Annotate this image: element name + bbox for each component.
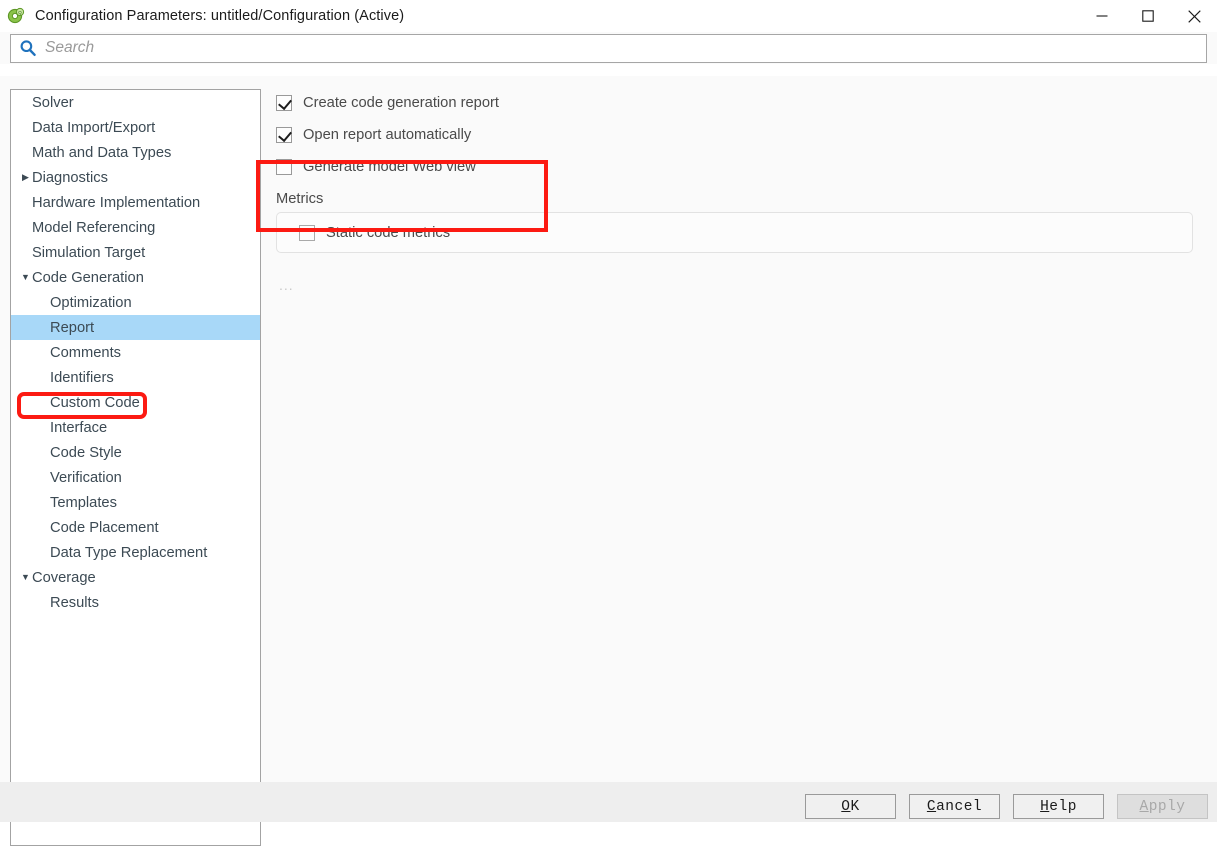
tree-item-verification[interactable]: Verification bbox=[11, 465, 260, 490]
tree-item-code-placement[interactable]: Code Placement bbox=[11, 515, 260, 540]
tree-item-label: Templates bbox=[50, 494, 117, 511]
svg-text:Q: Q bbox=[18, 10, 22, 15]
checkbox-label: Open report automatically bbox=[303, 126, 472, 143]
dialog-button-row: O K Cancel Help Apply bbox=[805, 794, 1208, 819]
minimize-button[interactable] bbox=[1079, 0, 1125, 32]
checkbox-row[interactable]: Generate model Web view bbox=[276, 153, 1207, 180]
window-title: Configuration Parameters: untitled/Confi… bbox=[35, 8, 405, 24]
tree-item-label: Solver bbox=[32, 94, 74, 111]
tree-item-label: Optimization bbox=[50, 294, 132, 311]
tree-item-label: Simulation Target bbox=[32, 244, 146, 261]
overflow-ellipsis[interactable]: ... bbox=[279, 277, 1207, 293]
static-code-metrics-checkbox[interactable] bbox=[299, 224, 315, 241]
button-mnemonic: H bbox=[1040, 798, 1050, 815]
tree-item-math-and-data-types[interactable]: Math and Data Types bbox=[11, 140, 260, 165]
chevron-right-icon[interactable]: ▶ bbox=[19, 173, 32, 182]
button-mnemonic: A bbox=[1139, 798, 1149, 815]
tree-item-data-import-export[interactable]: Data Import/Export bbox=[11, 115, 260, 140]
tree-item-templates[interactable]: Templates bbox=[11, 490, 260, 515]
dialog-footer: O K Cancel Help Apply bbox=[0, 782, 1217, 822]
button-label-rest: K bbox=[850, 798, 860, 815]
tree-item-label: Interface bbox=[50, 419, 108, 436]
close-button[interactable] bbox=[1171, 0, 1217, 32]
tree-item-model-referencing[interactable]: Model Referencing bbox=[11, 215, 260, 240]
tree-item-data-type-replacement[interactable]: Data Type Replacement bbox=[11, 540, 260, 565]
checkbox-label: Create code generation report bbox=[303, 94, 499, 111]
button-mnemonic: C bbox=[926, 798, 937, 815]
apply-button: Apply bbox=[1117, 794, 1208, 819]
metrics-section-label: Metrics bbox=[276, 191, 324, 207]
tree-item-identifiers[interactable]: Identifiers bbox=[11, 365, 260, 390]
maximize-button[interactable] bbox=[1125, 0, 1171, 32]
checkbox-label: Generate model Web view bbox=[303, 158, 476, 175]
tree-item-diagnostics[interactable]: ▶ Diagnostics bbox=[11, 165, 260, 190]
report-settings-pane: Create code generation report Open report… bbox=[262, 89, 1207, 846]
tree-item-label: Results bbox=[50, 594, 99, 611]
window-controls bbox=[1079, 0, 1217, 32]
tree-item-interface[interactable]: Interface bbox=[11, 415, 260, 440]
tree-item-label: Data Type Replacement bbox=[50, 544, 208, 561]
tree-item-coverage[interactable]: ▼ Coverage bbox=[11, 565, 260, 590]
tree-item-solver[interactable]: Solver bbox=[11, 90, 260, 115]
tree-item-label: Code Style bbox=[50, 444, 122, 461]
tree-item-results[interactable]: Results bbox=[11, 590, 260, 615]
tree-item-label: Code Generation bbox=[32, 269, 144, 286]
dialog-body: Solver Data Import/Export Math and Data Ty… bbox=[0, 76, 1217, 846]
search-bar bbox=[0, 32, 1217, 64]
tree-item-label: Diagnostics bbox=[32, 169, 108, 186]
tree-item-label: Model Referencing bbox=[32, 219, 156, 236]
tree-item-code-style[interactable]: Code Style bbox=[11, 440, 260, 465]
window-titlebar: Q Configuration Parameters: untitled/Con… bbox=[0, 0, 1217, 32]
tree-item-comments[interactable]: Comments bbox=[11, 340, 260, 365]
chevron-down-icon[interactable]: ▼ bbox=[19, 273, 32, 282]
button-label-rest: elp bbox=[1049, 798, 1077, 815]
tree-item-report[interactable]: Report bbox=[11, 315, 260, 340]
tree-item-label: Code Placement bbox=[50, 519, 159, 536]
checkbox-open-report-automatically[interactable] bbox=[276, 126, 292, 143]
static-code-metrics-label: Static code metrics bbox=[326, 224, 451, 241]
tree-item-optimization[interactable]: Optimization bbox=[11, 290, 260, 315]
checkbox-row[interactable]: Create code generation report bbox=[276, 89, 1207, 116]
tree-item-label: Custom Code bbox=[50, 394, 140, 411]
checkbox-create-code-generation-report[interactable] bbox=[276, 94, 292, 111]
tree-item-label: Verification bbox=[50, 469, 122, 486]
button-label-rest: ancel bbox=[936, 798, 983, 815]
chevron-down-icon[interactable]: ▼ bbox=[19, 573, 32, 582]
tree-item-label: Report bbox=[50, 319, 95, 336]
checkbox-generate-model-web-view[interactable] bbox=[276, 158, 292, 175]
cancel-button[interactable]: Cancel bbox=[909, 794, 1000, 819]
tree-item-label: Comments bbox=[50, 344, 122, 361]
search-input[interactable] bbox=[45, 39, 1114, 57]
ok-button[interactable]: OK bbox=[805, 794, 896, 819]
tree-item-simulation-target[interactable]: Simulation Target bbox=[11, 240, 260, 265]
tree-item-custom-code[interactable]: Custom Code bbox=[11, 390, 260, 415]
button-mnemonic: O bbox=[841, 798, 851, 815]
tree-item-hardware-implementation[interactable]: Hardware Implementation bbox=[11, 190, 260, 215]
report-checkbox-list: Create code generation report Open report… bbox=[262, 89, 1207, 180]
settings-tree[interactable]: Solver Data Import/Export Math and Data Ty… bbox=[10, 89, 261, 846]
tree-item-label: Math and Data Types bbox=[32, 144, 172, 161]
help-button[interactable]: Help bbox=[1013, 794, 1104, 819]
button-label-rest: pply bbox=[1148, 798, 1186, 815]
search-icon bbox=[19, 39, 37, 57]
tree-item-code-generation[interactable]: ▼ Code Generation bbox=[11, 265, 260, 290]
search-field-wrapper[interactable] bbox=[10, 33, 1207, 63]
simulink-config-icon: Q bbox=[7, 7, 25, 25]
tree-item-label: Data Import/Export bbox=[32, 119, 156, 136]
checkbox-row[interactable]: Open report automatically bbox=[276, 121, 1207, 148]
tree-item-label: Identifiers bbox=[50, 369, 114, 386]
tree-item-label: Hardware Implementation bbox=[32, 194, 201, 211]
tree-item-label: Coverage bbox=[32, 569, 96, 586]
metrics-group-box: Static code metrics bbox=[276, 212, 1193, 253]
